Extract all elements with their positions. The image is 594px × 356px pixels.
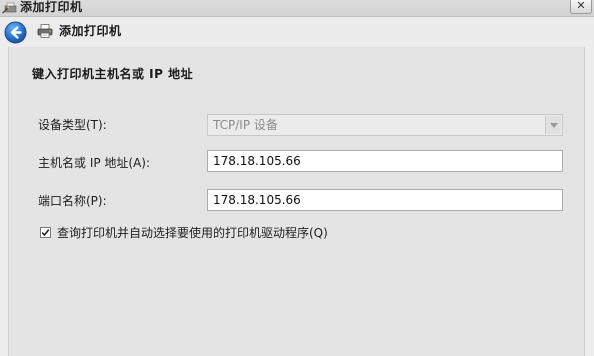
back-button[interactable] xyxy=(4,21,27,44)
host-input[interactable]: 178.18.105.66 xyxy=(207,150,563,172)
close-button[interactable]: ✕ xyxy=(570,0,592,14)
device-type-select[interactable]: TCP/IP 设备 xyxy=(207,114,563,136)
device-type-label: 设备类型(T): xyxy=(38,118,107,132)
printer-wand-icon xyxy=(2,2,17,14)
device-type-value: TCP/IP 设备 xyxy=(213,118,278,132)
wizard-title: 添加打印机 xyxy=(59,24,122,38)
host-label: 主机名或 IP 地址(A): xyxy=(38,156,151,170)
wizard-header: 添加打印机 xyxy=(0,17,594,47)
printer-icon xyxy=(37,24,53,38)
title-bar[interactable]: 添加打印机 ✕ xyxy=(0,0,594,17)
chevron-down-icon xyxy=(545,116,561,134)
close-icon: ✕ xyxy=(576,0,586,12)
port-label: 端口名称(P): xyxy=(38,194,107,208)
port-value: 178.18.105.66 xyxy=(213,193,301,207)
add-printer-window: 添加打印机 ✕ 添加打印机 键入打印机主机名或 IP 地址 设备类型(T): T… xyxy=(0,0,594,356)
query-printer-checkbox[interactable] xyxy=(40,227,51,238)
port-input[interactable]: 178.18.105.66 xyxy=(207,189,563,211)
page-heading: 键入打印机主机名或 IP 地址 xyxy=(32,67,194,81)
host-value: 178.18.105.66 xyxy=(213,154,301,168)
query-printer-label[interactable]: 查询打印机并自动选择要使用的打印机驱动程序(Q) xyxy=(57,225,328,241)
window-title: 添加打印机 xyxy=(20,0,83,14)
checkmark-icon xyxy=(41,229,50,237)
